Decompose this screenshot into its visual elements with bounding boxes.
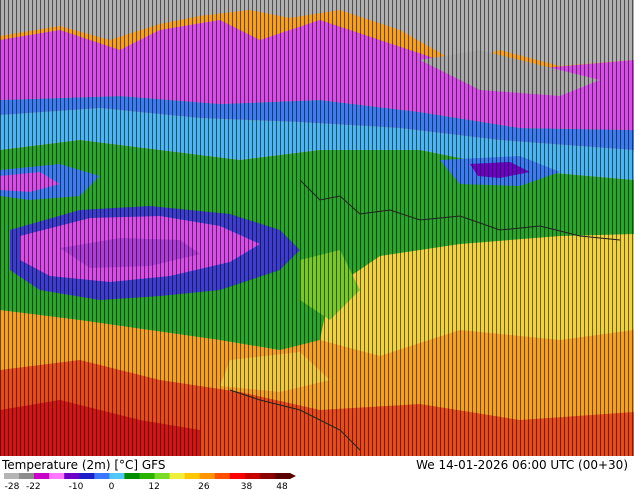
- scale-swatch: [4, 473, 20, 479]
- scale-arrow: [290, 473, 296, 479]
- scale-swatch: [94, 473, 110, 479]
- scale-swatch: [184, 473, 201, 479]
- legend-bar: Temperature (2m) [°C] GFS We 14-01-2026 …: [0, 456, 634, 490]
- scale-tick-label: 12: [148, 482, 159, 490]
- scale-swatch: [64, 473, 80, 479]
- color-scale: -28 -22 -10 0 12 26 38 48: [4, 473, 296, 490]
- scale-tick-label: -10: [69, 482, 84, 490]
- scale-tick-label: 48: [276, 482, 288, 490]
- scale-swatch: [154, 473, 171, 479]
- contour-numbers-overlay: [0, 0, 634, 456]
- scale-swatch: [244, 473, 261, 479]
- scale-swatch: [49, 473, 65, 479]
- scale-swatch: [19, 473, 35, 479]
- scale-swatch: [199, 473, 216, 479]
- scale-swatch: [34, 473, 50, 479]
- scale-swatch: [214, 473, 231, 479]
- scale-tick-label: 0: [109, 482, 115, 490]
- scale-swatch: [169, 473, 186, 479]
- scale-swatch: [259, 473, 276, 479]
- scale-swatch: [274, 473, 291, 479]
- scale-tick-label: -22: [26, 482, 41, 490]
- scale-tick-label: 26: [198, 482, 210, 490]
- temperature-map: [0, 0, 634, 456]
- scale-swatch: [139, 473, 156, 479]
- scale-swatch: [124, 473, 140, 479]
- map-title: Temperature (2m) [°C] GFS: [2, 458, 166, 472]
- forecast-datetime: We 14-01-2026 06:00 UTC (00+30): [416, 458, 628, 472]
- scale-swatch: [109, 473, 125, 479]
- scale-swatch: [229, 473, 246, 479]
- scale-swatch: [79, 473, 95, 479]
- scale-tick-label: 38: [241, 482, 253, 490]
- scale-tick-label: -28: [5, 482, 20, 490]
